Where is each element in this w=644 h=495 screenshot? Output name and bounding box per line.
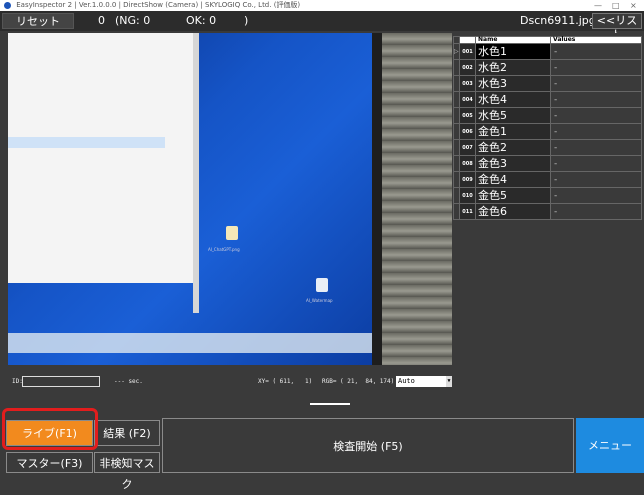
window-title: EasyInspector 2 | Ver.1.0.0.0 | DirectSh…: [16, 1, 301, 9]
row-name[interactable]: 金色6: [475, 203, 551, 220]
column-header-name: Name: [475, 36, 551, 44]
start-inspection-button[interactable]: 検査開始 (F5): [162, 418, 574, 473]
table-row[interactable]: 008 金色3 -: [453, 155, 642, 172]
image-viewer[interactable]: AI_ChatGPT.png AI_Watermap: [8, 33, 452, 365]
detection-mask-button[interactable]: 非検知マスク: [94, 452, 160, 491]
row-value: -: [550, 203, 642, 220]
table-row[interactable]: 002 水色2 -: [453, 59, 642, 76]
table-row[interactable]: 006 金色1 -: [453, 123, 642, 140]
row-number: 005: [459, 107, 476, 124]
elapsed-time: --- sec.: [114, 378, 143, 385]
table-row[interactable]: ▷ 001 水色1 -: [453, 43, 642, 60]
row-value: -: [550, 155, 642, 172]
desktop-icon-label: AI_ChatGPT.png: [208, 247, 240, 252]
photo-window-scrollbar: [193, 33, 199, 313]
row-value: -: [550, 171, 642, 188]
total-count: 0: [98, 14, 105, 27]
row-name[interactable]: 水色3: [475, 75, 551, 92]
row-name[interactable]: 水色2: [475, 59, 551, 76]
column-header-values: Values: [550, 36, 642, 44]
row-number: 004: [459, 91, 476, 108]
table-row[interactable]: 007 金色2 -: [453, 139, 642, 156]
row-number: 007: [459, 139, 476, 156]
row-marker: ▷: [453, 43, 460, 60]
row-name[interactable]: 金色5: [475, 187, 551, 204]
row-name[interactable]: 水色4: [475, 91, 551, 108]
image-filename: Dscn6911.jpg: [520, 14, 596, 27]
status-bar: ID: --- sec. XY= ( 611, 1) RGB= ( 21, 84…: [0, 373, 452, 391]
file-icon: [226, 226, 238, 240]
row-value: -: [550, 187, 642, 204]
row-number: 003: [459, 75, 476, 92]
row-name[interactable]: 水色5: [475, 107, 551, 124]
table-row[interactable]: 009 金色4 -: [453, 171, 642, 188]
row-name[interactable]: 金色2: [475, 139, 551, 156]
row-number: 008: [459, 155, 476, 172]
row-number: 011: [459, 203, 476, 220]
desktop-icon-label: AI_Watermap: [306, 298, 333, 303]
minimize-button[interactable]: —: [594, 0, 602, 11]
photo-window-blind: [382, 33, 452, 365]
file-icon: [316, 278, 328, 292]
rgb-readout: RGB= ( 21, 84, 174): [322, 378, 395, 385]
row-name[interactable]: 金色1: [475, 123, 551, 140]
row-value: -: [550, 75, 642, 92]
row-number: 001: [459, 43, 476, 60]
master-button[interactable]: マスター(F3): [6, 452, 93, 473]
list-toggle-button[interactable]: <<リスト: [592, 13, 642, 41]
row-number: 002: [459, 59, 476, 76]
title-bar: EasyInspector 2 | Ver.1.0.0.0 | DirectSh…: [0, 0, 644, 11]
table-row[interactable]: 003 水色3 -: [453, 75, 642, 92]
maximize-button[interactable]: □: [612, 0, 620, 11]
dropdown-arrow-icon: ▼: [446, 376, 452, 387]
ng-count: (NG: 0: [115, 14, 151, 27]
row-name[interactable]: 金色3: [475, 155, 551, 172]
table-row[interactable]: 004 水色4 -: [453, 91, 642, 108]
row-value: -: [550, 59, 642, 76]
inspection-name-panel: Name Values ▷ 001 水色1 - 002 水色2 - 003 水色…: [452, 33, 644, 365]
table-row[interactable]: 010 金色5 -: [453, 187, 642, 204]
row-name[interactable]: 水色1: [475, 43, 551, 60]
photo-window-frame: [372, 33, 382, 365]
row-value: -: [550, 107, 642, 124]
table-row[interactable]: 005 水色5 -: [453, 107, 642, 124]
menu-button[interactable]: メニュー: [576, 418, 644, 473]
row-value: -: [550, 123, 642, 140]
inspection-name-table: Name Values ▷ 001 水色1 - 002 水色2 - 003 水色…: [453, 36, 642, 220]
photo-taskbar: [8, 333, 372, 353]
drag-handle[interactable]: [310, 403, 350, 408]
row-number: 006: [459, 123, 476, 140]
row-name[interactable]: 金色4: [475, 171, 551, 188]
ok-count: OK: 0: [186, 14, 217, 27]
row-number: 009: [459, 171, 476, 188]
reset-button[interactable]: リセット: [2, 13, 74, 29]
zoom-select[interactable]: Auto ▼: [396, 376, 452, 387]
row-value: -: [550, 43, 642, 60]
table-row[interactable]: 011 金色6 -: [453, 203, 642, 220]
app-icon: [4, 2, 11, 9]
row-number: 010: [459, 187, 476, 204]
zoom-select-value: Auto: [398, 377, 415, 385]
result-button[interactable]: 結果 (F2): [94, 420, 160, 446]
row-value: -: [550, 139, 642, 156]
annotation-highlight-box: [2, 408, 98, 450]
photo-explorer-window: [8, 33, 193, 283]
close-button[interactable]: ×: [630, 0, 637, 11]
toolbar: リセット 0 (NG: 0 OK: 0 ) Dscn6911.jpg <<リスト: [0, 11, 644, 41]
count-close-paren: ): [244, 14, 249, 27]
xy-readout: XY= ( 611, 1): [258, 378, 313, 385]
row-value: -: [550, 91, 642, 108]
id-input[interactable]: [22, 376, 100, 387]
